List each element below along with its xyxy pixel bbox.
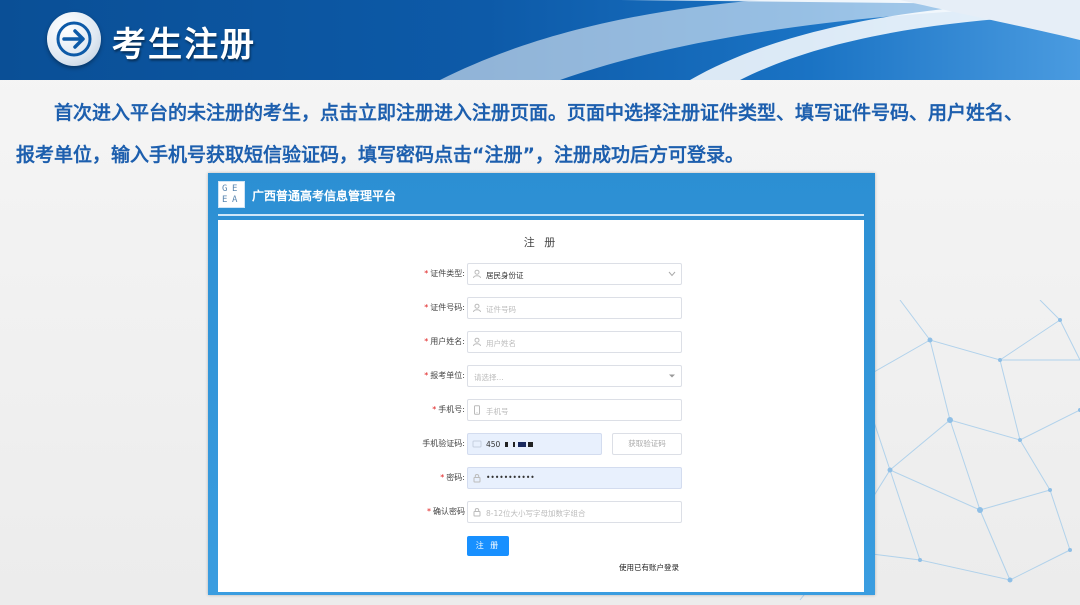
- id-type-select[interactable]: 居民身份证: [467, 263, 682, 285]
- form-row-phone: * 手机号: 手机号: [218, 399, 864, 421]
- id-number-placeholder: 证件号码: [486, 305, 516, 314]
- logo-letter: A: [232, 195, 238, 205]
- field-label: * 确认密码: [427, 507, 465, 516]
- app-title: 广西普通高考信息管理平台: [252, 189, 397, 203]
- message-icon: [472, 440, 482, 448]
- confirm-password-input[interactable]: 8-12位大小写字母加数字组合: [467, 501, 682, 523]
- logo-letter: G: [222, 184, 228, 194]
- lock-icon: [473, 474, 481, 483]
- intro-line-1: 首次进入平台的未注册的考生，点击立即注册进入注册页面。页面中选择注册证件类型、填…: [54, 102, 1024, 124]
- register-button[interactable]: 注 册: [467, 536, 509, 556]
- page-title: 考生注册: [112, 25, 256, 65]
- id-type-value: 居民身份证: [486, 271, 524, 280]
- password-value: •••••••••••: [486, 473, 535, 482]
- user-icon: [473, 303, 481, 313]
- unit-placeholder: 请选择...: [474, 373, 504, 382]
- user-icon: [473, 269, 481, 279]
- id-number-input[interactable]: 证件号码: [467, 297, 682, 319]
- redaction-mark: [518, 442, 526, 447]
- field-label: * 密码:: [440, 473, 465, 482]
- unit-select[interactable]: 请选择...: [467, 365, 682, 387]
- header-divider: [218, 214, 864, 216]
- intro-paragraph: 首次进入平台的未注册的考生，点击立即注册进入注册页面。页面中选择注册证件类型、填…: [16, 92, 1076, 176]
- app-header: G E E A 广西普通高考信息管理平台: [208, 173, 875, 217]
- form-row-user-name: * 用户姓名: 用户姓名: [218, 331, 864, 353]
- required-mark: *: [424, 269, 429, 278]
- required-mark: *: [424, 337, 429, 346]
- password-input[interactable]: •••••••••••: [467, 467, 682, 489]
- user-name-placeholder: 用户姓名: [486, 339, 516, 348]
- field-label: 手机验证码:: [422, 439, 465, 448]
- arrow-right-icon: [56, 21, 92, 57]
- required-mark: *: [424, 303, 429, 312]
- phone-input[interactable]: 手机号: [467, 399, 682, 421]
- field-label: * 证件号码:: [424, 303, 465, 312]
- login-existing-account-link[interactable]: 使用已有账户登录: [619, 562, 679, 573]
- field-label: * 报考单位:: [424, 371, 465, 380]
- confirm-password-placeholder: 8-12位大小写字母加数字组合: [486, 509, 586, 518]
- register-form: 注 册 * 证件类型: 居民身份证 * 证件号码: 证件号码 * 用户姓名: 用户姓名: [218, 220, 864, 592]
- redaction-mark: [528, 442, 533, 447]
- logo-letter: E: [232, 184, 238, 194]
- app-logo: G E E A: [218, 181, 245, 208]
- arrow-badge: [47, 12, 101, 66]
- redaction-mark: [513, 442, 515, 447]
- form-title: 注 册: [523, 236, 559, 249]
- required-mark: *: [424, 371, 429, 380]
- phone-placeholder: 手机号: [486, 407, 509, 416]
- lock-icon: [473, 508, 481, 517]
- required-mark: *: [427, 507, 431, 516]
- mobile-phone-icon: [474, 405, 480, 415]
- intro-line-2: 报考单位，输入手机号获取短信验证码，填写密码点击“注册”，注册成功后方可登录。: [16, 144, 744, 166]
- required-mark: *: [440, 473, 445, 482]
- form-row-password: * 密码: •••••••••••: [218, 467, 864, 489]
- field-label: * 手机号:: [432, 405, 465, 414]
- chevron-down-icon: [668, 271, 676, 277]
- title-banner: 考生注册: [0, 0, 1080, 80]
- form-row-confirm-password: * 确认密码 8-12位大小写字母加数字组合: [218, 501, 864, 523]
- form-row-unit: * 报考单位: 请选择...: [218, 365, 864, 387]
- user-icon: [473, 337, 481, 347]
- user-name-input[interactable]: 用户姓名: [467, 331, 682, 353]
- required-mark: *: [432, 405, 437, 414]
- get-sms-code-button[interactable]: 获取验证码: [612, 433, 682, 455]
- form-row-id-type: * 证件类型: 居民身份证: [218, 263, 864, 285]
- field-label: * 用户姓名:: [424, 337, 465, 346]
- sms-code-value: 450: [486, 440, 501, 449]
- form-row-sms-code: 手机验证码: 450 获取验证码: [218, 433, 864, 455]
- form-row-id-number: * 证件号码: 证件号码: [218, 297, 864, 319]
- redaction-mark: [505, 442, 508, 447]
- sms-code-input[interactable]: 450: [467, 433, 602, 455]
- field-label: * 证件类型:: [424, 269, 465, 278]
- caret-down-icon: [669, 374, 675, 378]
- registration-screenshot: G E E A 广西普通高考信息管理平台 注 册 * 证件类型: 居民身份证 * 证…: [208, 173, 875, 595]
- logo-letter: E: [222, 195, 228, 205]
